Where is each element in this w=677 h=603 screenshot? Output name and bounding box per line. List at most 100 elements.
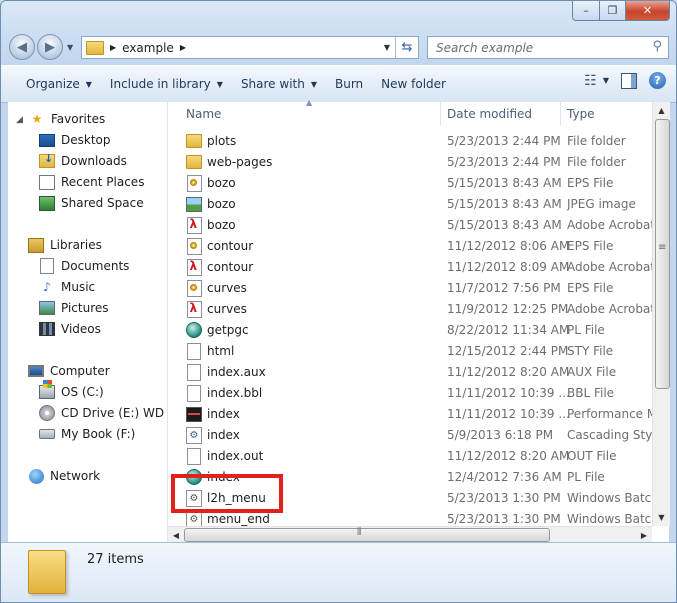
file-row[interactable]: bozo 5/15/2013 8:43 AM Adobe Acrobat D — [168, 215, 652, 236]
file-row[interactable]: curves 11/7/2012 7:56 PM EPS File — [168, 278, 652, 299]
nav-item-my-book[interactable]: My Book (F:) — [39, 424, 135, 444]
file-name-cell: index.bbl — [186, 384, 262, 402]
minimize-button[interactable]: – — [572, 1, 600, 21]
view-options-dropdown[interactable]: ▼ — [603, 76, 609, 85]
forward-button[interactable]: ▶ — [37, 34, 63, 60]
maximize-button[interactable]: ❐ — [600, 1, 626, 21]
file-name: index — [207, 428, 240, 442]
nav-label: CD Drive (E:) WD Sm — [61, 406, 167, 420]
chevron-down-icon: ▼ — [85, 79, 92, 89]
collapse-arrow-icon[interactable]: ◢ — [16, 115, 23, 125]
file-row[interactable]: ⚙ index 5/9/2013 6:18 PM Cascading Style — [168, 425, 652, 446]
nav-favorites[interactable]: ★ Favorites — [29, 109, 106, 129]
column-date-modified[interactable]: Date modified — [441, 102, 561, 126]
file-type: Performance Mo — [567, 407, 652, 421]
file-row[interactable]: index 11/11/2012 10:39 ...Performance Mo — [168, 404, 652, 425]
search-icon[interactable]: ⚲ — [652, 39, 662, 54]
eps-file-icon — [186, 174, 202, 192]
nav-label: Network — [50, 469, 101, 483]
nav-item-documents[interactable]: Documents — [39, 256, 129, 276]
file-name: bozo — [207, 197, 236, 211]
share-with-label: Share with — [240, 77, 305, 91]
scroll-up-arrow-icon[interactable]: ▲ — [653, 102, 670, 119]
refresh-button[interactable]: ⇆ — [395, 37, 418, 58]
nav-item-videos[interactable]: Videos — [39, 319, 101, 339]
file-row[interactable]: index.out 11/12/2012 8:20 AM OUT File — [168, 446, 652, 467]
nav-libraries[interactable]: Libraries — [28, 235, 102, 255]
change-view-icon[interactable]: ☷ — [584, 73, 597, 89]
eps-file-icon — [186, 279, 202, 297]
scroll-left-arrow-icon[interactable]: ◀ — [168, 527, 184, 543]
folder-icon — [28, 550, 66, 594]
include-in-library-button[interactable]: Include in library ▼ — [101, 71, 232, 97]
nav-label: Libraries — [50, 238, 102, 252]
file-row[interactable]: curves 11/9/2012 12:25 PMAdobe Acrobat D — [168, 299, 652, 320]
file-type: EPS File — [567, 239, 614, 253]
breadcrumb-arrow-icon[interactable]: ▶ — [110, 43, 116, 52]
file-type: Adobe Acrobat D — [567, 218, 652, 232]
nav-item-os-drive[interactable]: OS (C:) — [39, 380, 104, 402]
column-name[interactable]: Name — [180, 102, 441, 126]
generic-file-icon — [186, 447, 202, 465]
file-row[interactable]: bozo 5/15/2013 8:43 AM EPS File — [168, 173, 652, 194]
nav-item-downloads[interactable]: Downloads — [39, 151, 127, 171]
nav-item-desktop[interactable]: Desktop — [39, 130, 111, 150]
network-icon — [28, 468, 44, 484]
highlight-box — [171, 474, 283, 513]
preview-pane-icon[interactable] — [621, 72, 637, 89]
file-row[interactable]: bozo 5/15/2013 8:43 AM JPEG image — [168, 194, 652, 215]
close-button[interactable]: ✕ — [626, 1, 670, 21]
burn-label: Burn — [335, 77, 364, 91]
file-type: JPEG image — [567, 197, 636, 211]
pdf-file-icon — [186, 216, 202, 234]
nav-computer[interactable]: Computer — [28, 361, 110, 381]
file-type: PL File — [567, 323, 605, 337]
back-button[interactable]: ◀ — [9, 34, 35, 60]
file-date: 11/11/2012 10:39 ... — [447, 386, 570, 400]
address-history-dropdown[interactable]: ▼ — [380, 37, 394, 58]
file-type: EPS File — [567, 281, 614, 295]
file-row[interactable]: html 12/15/2012 2:44 PM STY File — [168, 341, 652, 362]
nav-item-recent-places[interactable]: Recent Places — [39, 172, 144, 192]
breadcrumb-arrow-icon[interactable]: ▶ — [180, 43, 186, 52]
nav-label: Videos — [61, 322, 101, 336]
file-name-cell: contour — [186, 258, 253, 276]
file-name-cell: index — [186, 406, 240, 422]
chevron-down-icon: ▼ — [216, 79, 223, 89]
scroll-down-arrow-icon[interactable]: ▼ — [653, 509, 670, 526]
new-folder-button[interactable]: New folder — [372, 71, 455, 97]
file-row[interactable]: index.aux 11/12/2012 8:20 AM AUX File — [168, 362, 652, 383]
generic-file-icon — [186, 384, 202, 402]
scroll-right-arrow-icon[interactable]: ▶ — [636, 527, 652, 543]
file-row[interactable]: contour 11/12/2012 8:09 AMAdobe Acrobat D — [168, 257, 652, 278]
vertical-scrollbar[interactable]: ▲ ▼ — [652, 102, 670, 526]
file-date: 11/11/2012 10:39 ... — [447, 407, 570, 421]
nav-item-cd-drive[interactable]: CD Drive (E:) WD Sm — [39, 403, 167, 423]
nav-item-music[interactable]: ♪ Music — [39, 277, 95, 297]
organize-button[interactable]: Organize ▼ — [17, 71, 101, 97]
vertical-scroll-thumb[interactable] — [655, 119, 670, 389]
nav-item-shared-space[interactable]: Shared Space — [39, 193, 144, 213]
search-input[interactable] — [434, 39, 638, 56]
file-row[interactable]: index.bbl 11/11/2012 10:39 ... BBL File — [168, 383, 652, 404]
file-type: BBL File — [567, 386, 615, 400]
file-date: 11/9/2012 12:25 PM — [447, 302, 569, 316]
file-name-cell: curves — [186, 300, 247, 318]
share-with-button[interactable]: Share with ▼ — [232, 71, 326, 97]
burn-button[interactable]: Burn — [326, 71, 372, 97]
column-type[interactable]: Type — [561, 102, 652, 126]
nav-item-pictures[interactable]: Pictures — [39, 298, 109, 318]
horizontal-scroll-thumb[interactable] — [184, 527, 550, 542]
file-row[interactable]: web-pages 5/23/2013 2:44 PM File folder — [168, 152, 652, 173]
file-row[interactable]: plots 5/23/2013 2:44 PM File folder — [168, 131, 652, 152]
file-row[interactable]: contour 11/12/2012 8:06 AM EPS File — [168, 236, 652, 257]
file-name-cell: bozo — [186, 196, 236, 212]
address-bar[interactable]: ▶ example ▶ ▼ ⇆ — [81, 36, 419, 59]
recent-pages-dropdown[interactable]: ▼ — [67, 43, 73, 52]
breadcrumb-folder[interactable]: example — [122, 41, 174, 55]
nav-network[interactable]: Network — [28, 466, 100, 486]
horizontal-scrollbar[interactable]: ◀ ▶ — [168, 526, 652, 543]
nav-label: OS (C:) — [61, 385, 104, 399]
file-row[interactable]: getpgc 8/22/2012 11:34 AM PL File — [168, 320, 652, 341]
help-icon[interactable]: ? — [649, 72, 666, 89]
